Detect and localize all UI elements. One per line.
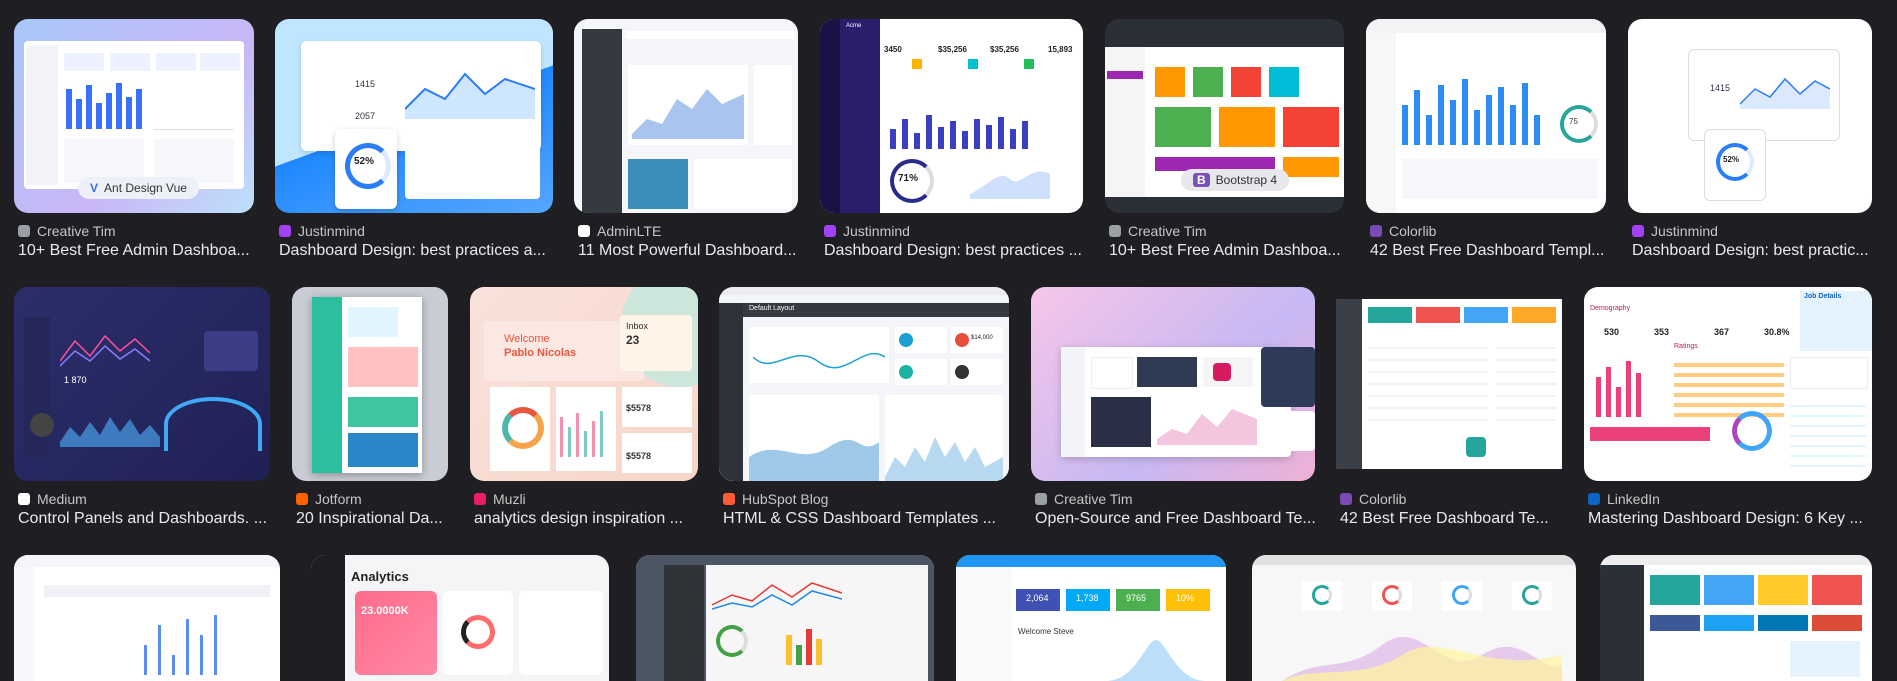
source-favicon-icon bbox=[1035, 493, 1047, 505]
result-thumbnail[interactable]: V Ant Design Vue bbox=[14, 19, 254, 213]
progress-ring bbox=[1560, 105, 1598, 143]
area-chart bbox=[632, 89, 744, 139]
result-thumbnail[interactable] bbox=[1252, 555, 1576, 681]
result-source[interactable]: Creative Tim bbox=[18, 223, 116, 239]
result-thumbnail[interactable] bbox=[292, 287, 448, 481]
result-source[interactable]: Muzli bbox=[474, 491, 526, 507]
result-source[interactable]: Justinmind bbox=[824, 223, 910, 239]
result-thumbnail[interactable] bbox=[574, 19, 798, 213]
area-chart bbox=[885, 437, 1003, 481]
area-chart bbox=[970, 171, 1050, 199]
result-source[interactable]: LinkedIn bbox=[1588, 491, 1660, 507]
bootstrap-logo-icon: B bbox=[1193, 173, 1210, 187]
donut-chart bbox=[1732, 411, 1772, 451]
result-source[interactable]: Justinmind bbox=[1632, 223, 1718, 239]
progress-ring bbox=[1382, 585, 1402, 605]
area-chart bbox=[405, 72, 535, 119]
result-thumbnail[interactable]: 1415 52% 2057 bbox=[275, 19, 553, 213]
result-thumbnail[interactable]: Acme 3450 $35,256 $35,256 15,893 71% bbox=[820, 19, 1083, 213]
line-chart bbox=[712, 582, 842, 610]
result-title[interactable]: HTML & CSS Dashboard Templates ... bbox=[723, 510, 1013, 528]
ant-design-vue-badge: V Ant Design Vue bbox=[78, 177, 199, 199]
result-thumbnail[interactable]: Default Layout $14,000 bbox=[719, 287, 1009, 481]
source-favicon-icon bbox=[1109, 225, 1121, 237]
result-source[interactable]: HubSpot Blog bbox=[723, 491, 828, 507]
result-title[interactable]: 10+ Best Free Admin Dashboa... bbox=[18, 242, 258, 260]
result-thumbnail[interactable]: B Bootstrap 4 bbox=[1105, 19, 1344, 213]
result-thumbnail[interactable]: 1415 52% bbox=[1628, 19, 1872, 213]
result-title[interactable]: 42 Best Free Dashboard Templ... bbox=[1370, 242, 1610, 260]
result-title[interactable]: Dashboard Design: best practices ... bbox=[824, 242, 1087, 260]
bootstrap-4-badge: B Bootstrap 4 bbox=[1181, 169, 1290, 191]
result-title[interactable]: 42 Best Free Dashboard Te... bbox=[1340, 510, 1566, 528]
line-chart bbox=[753, 352, 885, 369]
result-title[interactable]: 11 Most Powerful Dashboard... bbox=[578, 242, 802, 260]
result-source[interactable]: Jotform bbox=[296, 491, 362, 507]
result-thumbnail[interactable] bbox=[1600, 555, 1872, 681]
result-source[interactable]: AdminLTE bbox=[578, 223, 661, 239]
vue-logo-icon: V bbox=[90, 181, 99, 195]
result-source[interactable]: Medium bbox=[18, 491, 87, 507]
source-favicon-icon bbox=[1588, 493, 1600, 505]
result-source[interactable]: Creative Tim bbox=[1109, 223, 1207, 239]
result-thumbnail[interactable]: Welcome Pablo Nicolas Inbox 23 $5578 $55… bbox=[470, 287, 698, 481]
progress-ring bbox=[716, 625, 748, 657]
result-thumbnail[interactable]: 1 870 bbox=[14, 287, 270, 481]
result-source[interactable]: Justinmind bbox=[279, 223, 365, 239]
source-favicon-icon bbox=[1632, 225, 1644, 237]
result-title[interactable]: Dashboard Design: best practices a... bbox=[279, 242, 557, 260]
source-favicon-icon bbox=[1370, 225, 1382, 237]
result-thumbnail[interactable]: 75 bbox=[1366, 19, 1606, 213]
result-thumbnail[interactable]: Analytics 23.0000K bbox=[311, 555, 609, 681]
source-favicon-icon bbox=[18, 493, 30, 505]
result-thumbnail[interactable]: Demography 530 353 367 30.8% Ratings Job… bbox=[1584, 287, 1872, 481]
source-favicon-icon bbox=[1340, 493, 1352, 505]
result-thumbnail[interactable]: 2,064 1,738 9765 10% Welcome Steve bbox=[956, 555, 1226, 681]
area-chart bbox=[1282, 637, 1562, 681]
area-chart bbox=[1740, 77, 1830, 109]
result-source[interactable]: Colorlib bbox=[1370, 223, 1436, 239]
progress-ring bbox=[1522, 585, 1542, 605]
result-title[interactable]: Open-Source and Free Dashboard Te... bbox=[1035, 510, 1319, 528]
source-favicon-icon bbox=[474, 493, 486, 505]
donut-chart bbox=[461, 615, 495, 649]
result-source[interactable]: Creative Tim bbox=[1035, 491, 1133, 507]
source-favicon-icon bbox=[279, 225, 291, 237]
source-favicon-icon bbox=[578, 225, 590, 237]
result-title[interactable]: analytics design inspiration ... bbox=[474, 510, 702, 528]
donut-chart bbox=[502, 407, 544, 449]
result-thumbnail[interactable] bbox=[14, 555, 280, 681]
source-favicon-icon bbox=[296, 493, 308, 505]
source-favicon-icon bbox=[18, 225, 30, 237]
result-thumbnail[interactable] bbox=[1031, 287, 1315, 481]
progress-ring bbox=[1312, 585, 1332, 605]
area-chart bbox=[1157, 409, 1257, 445]
result-title[interactable]: 20 Inspirational Da... bbox=[296, 510, 452, 528]
area-chart bbox=[1106, 640, 1206, 681]
result-source[interactable]: Colorlib bbox=[1340, 491, 1406, 507]
source-favicon-icon bbox=[723, 493, 735, 505]
result-thumbnail[interactable] bbox=[1336, 287, 1562, 481]
result-title[interactable]: 10+ Best Free Admin Dashboa... bbox=[1109, 242, 1348, 260]
line-chart bbox=[60, 334, 150, 367]
result-title[interactable]: Mastering Dashboard Design: 6 Key ... bbox=[1588, 510, 1876, 528]
source-favicon-icon bbox=[824, 225, 836, 237]
progress-ring bbox=[1452, 585, 1472, 605]
area-chart bbox=[60, 417, 160, 447]
result-title[interactable]: Control Panels and Dashboards. ... bbox=[18, 510, 274, 528]
result-thumbnail[interactable] bbox=[636, 555, 934, 681]
result-title[interactable]: Dashboard Design: best practic... bbox=[1632, 242, 1876, 260]
area-chart bbox=[749, 439, 879, 481]
